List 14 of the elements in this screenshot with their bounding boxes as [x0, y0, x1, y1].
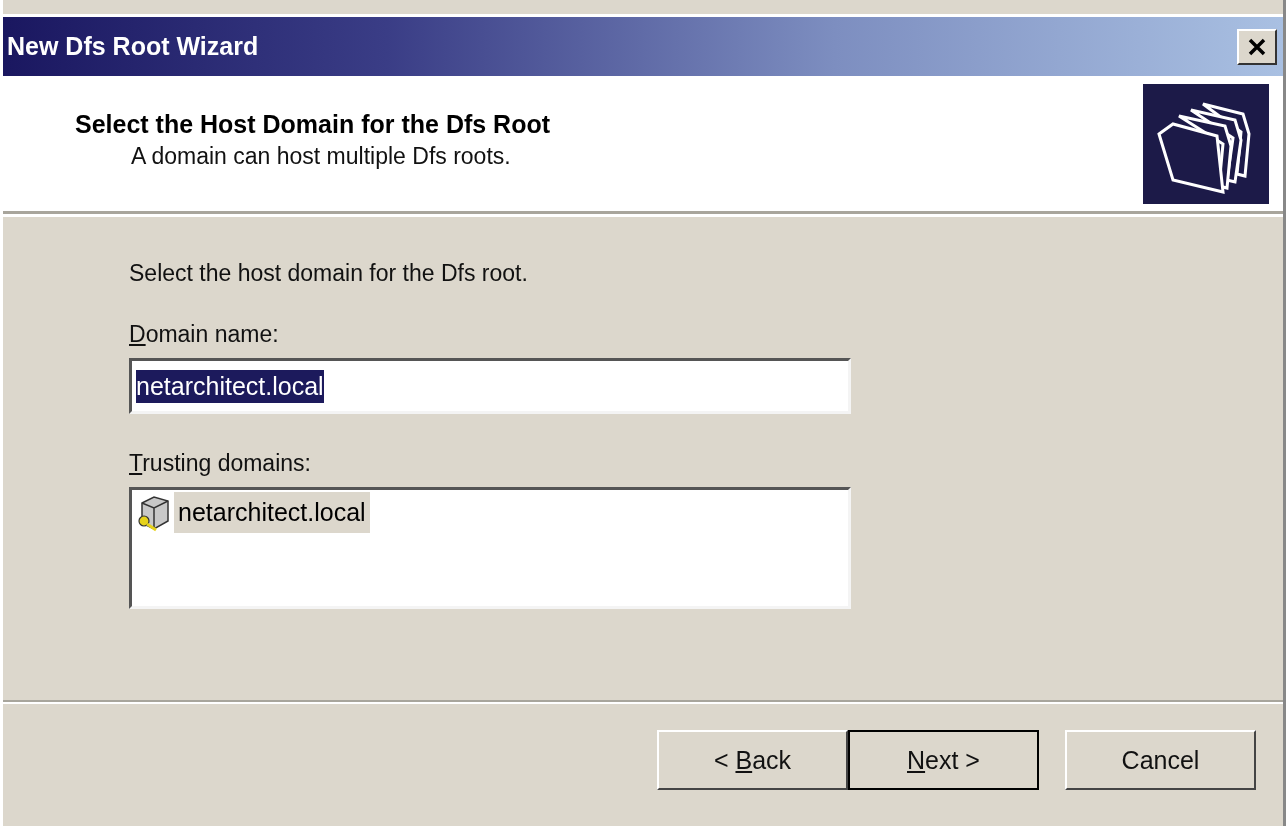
domain-item[interactable]: netarchitect.local	[174, 492, 370, 533]
wizard-button[interactable]: Cancel	[1065, 730, 1256, 790]
field-label: Trusting domains:	[129, 450, 312, 477]
domain-name-field[interactable]: netarchitect.local	[129, 358, 851, 414]
wizard-button[interactable]: < Back	[657, 730, 848, 790]
page-heading: Select the Host Domain for the Dfs Root	[75, 109, 551, 139]
close-icon	[1246, 36, 1268, 57]
window-title: New Dfs Root Wizard	[7, 32, 259, 61]
instruction-text: Select the host domain for the Dfs root.	[129, 260, 529, 287]
folders-icon	[1143, 83, 1269, 204]
page-subtitle: A domain can host multiple Dfs roots.	[131, 142, 512, 170]
field-label: Domain name:	[129, 321, 280, 348]
wizard-button[interactable]: Next >	[848, 730, 1039, 790]
close-button[interactable]	[1237, 28, 1277, 65]
